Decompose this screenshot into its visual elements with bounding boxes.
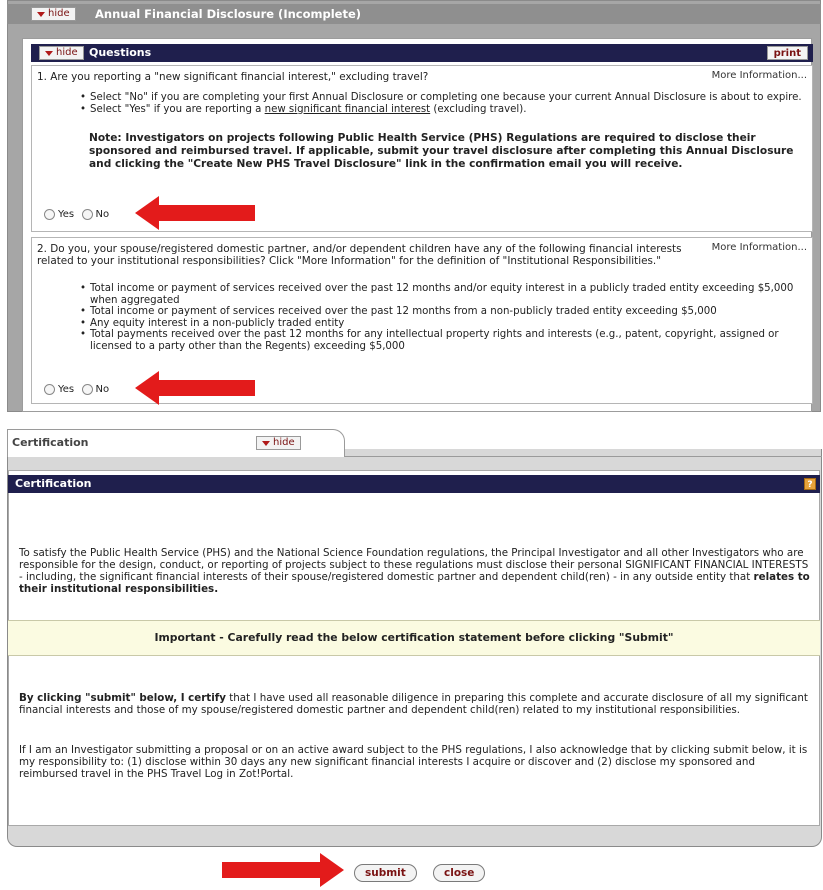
- important-notice: Important - Carefully read the below cer…: [8, 620, 820, 656]
- question-2-options: Yes No: [44, 383, 113, 395]
- list-item: Select "Yes" if you are reporting a new …: [80, 104, 820, 116]
- list-item: Select "No" if you are completing your f…: [80, 92, 820, 104]
- question-1-options: Yes No: [44, 208, 113, 220]
- red-arrow-icon: [135, 371, 255, 405]
- question-1-note: Note: Investigators on projects followin…: [89, 132, 794, 170]
- annual-disclosure-header: hide Annual Financial Disclosure (Incomp…: [7, 4, 821, 24]
- certification-statement: By clicking "submit" below, I certify th…: [19, 692, 808, 716]
- q2-yes-radio[interactable]: [44, 383, 55, 395]
- tab-divider: [345, 456, 822, 457]
- certification-tab-title: Certification: [12, 436, 89, 449]
- question-1-bullets: Select "No" if you are completing your f…: [74, 92, 820, 115]
- submit-button[interactable]: submit: [354, 864, 417, 882]
- q1-yes-label: Yes: [58, 208, 75, 220]
- certification-hide-button[interactable]: hide: [256, 436, 301, 450]
- questions-hide-button[interactable]: hide: [39, 46, 84, 60]
- red-arrow-icon: [222, 853, 344, 887]
- list-item: Total income or payment of services rece…: [80, 283, 820, 306]
- question-1-text: 1. Are you reporting a "new significant …: [37, 71, 429, 83]
- q2-no-label: No: [95, 383, 110, 395]
- question-2-bullets: Total income or payment of services rece…: [74, 283, 820, 352]
- annual-hide-button[interactable]: hide: [31, 7, 76, 21]
- chevron-down-icon: [37, 11, 45, 17]
- red-arrow-icon: [135, 196, 255, 230]
- list-item: Total income or payment of services rece…: [80, 306, 820, 318]
- certification-acknowledgement: If I am an Investigator submitting a pro…: [19, 744, 808, 780]
- q2-no-radio[interactable]: [81, 383, 93, 395]
- chevron-down-icon: [262, 440, 270, 446]
- list-item: Total payments received over the past 12…: [80, 329, 820, 352]
- print-button[interactable]: print: [766, 46, 808, 60]
- q1-no-label: No: [95, 208, 110, 220]
- list-item: Any equity interest in a non-publicly tr…: [80, 318, 820, 330]
- certification-intro: To satisfy the Public Health Service (PH…: [19, 547, 810, 595]
- help-icon[interactable]: ?: [804, 478, 816, 490]
- q1-no-radio[interactable]: [81, 208, 93, 220]
- chevron-down-icon: [45, 50, 53, 56]
- question-2-more-info-link[interactable]: More Information...: [712, 242, 807, 253]
- close-button[interactable]: close: [433, 864, 486, 882]
- certification-header: Certification ?: [8, 475, 820, 493]
- question-2-text: 2. Do you, your spouse/registered domest…: [37, 243, 682, 267]
- significant-interest-link[interactable]: new significant financial interest: [265, 104, 431, 115]
- questions-title: Questions: [89, 46, 152, 59]
- question-1-more-info-link[interactable]: More Information...: [712, 70, 807, 81]
- q1-yes-radio[interactable]: [44, 208, 55, 220]
- annual-disclosure-title: Annual Financial Disclosure (Incomplete): [95, 7, 362, 21]
- q2-yes-label: Yes: [58, 383, 75, 395]
- questions-header: hide Questions print: [31, 44, 813, 62]
